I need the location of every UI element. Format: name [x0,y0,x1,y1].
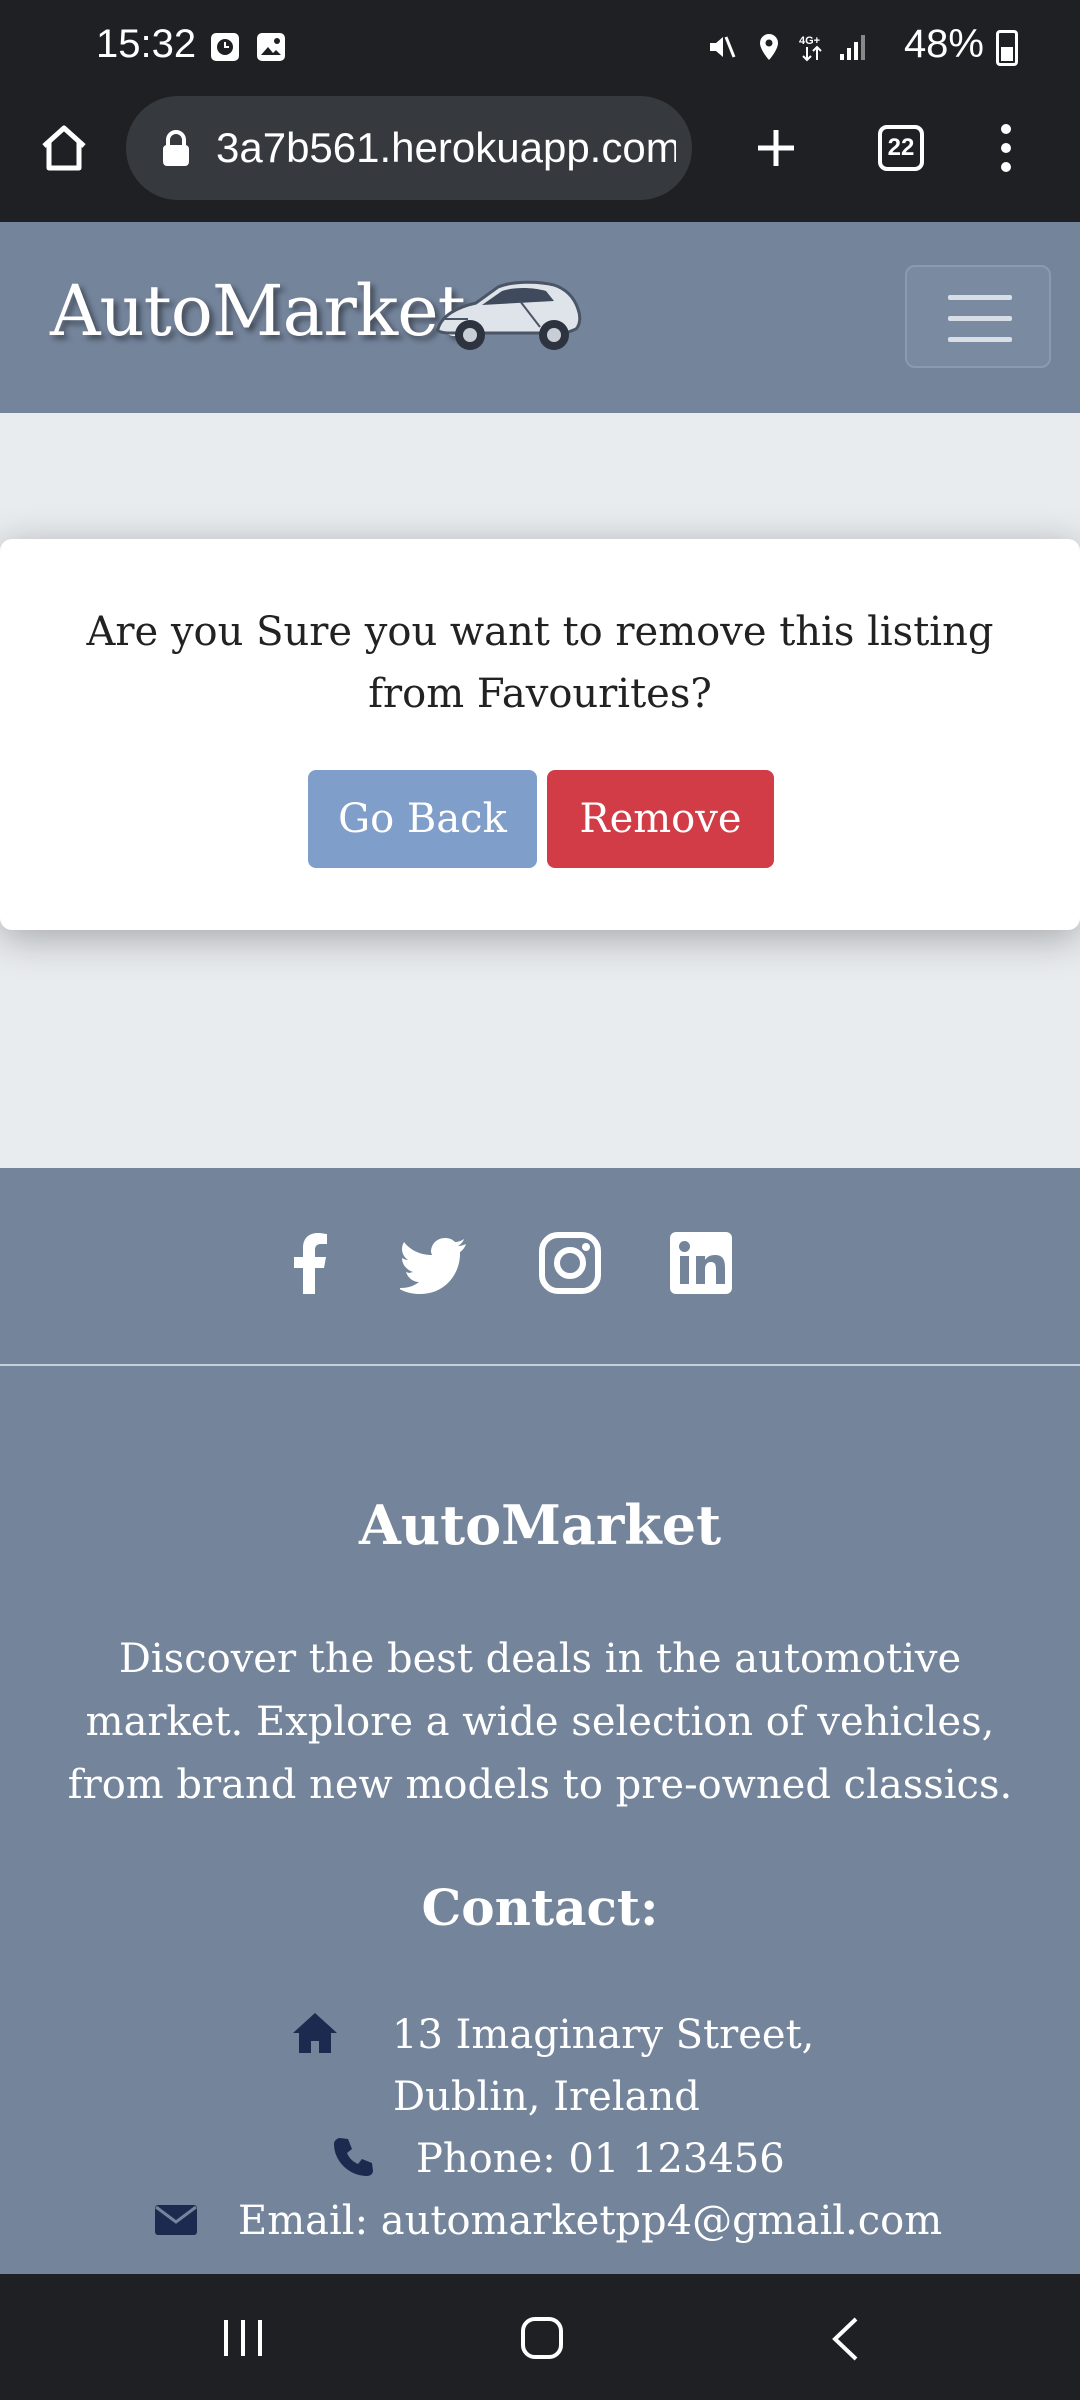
battery-icon [996,30,1018,66]
email-text[interactable]: Email: automarketpp4@gmail.com [238,2190,942,2252]
site-navbar: AutoMarket [0,222,1080,413]
contact-heading: Contact: [421,1878,659,1937]
browser-toolbar: 3a7b561.herokuapp.com 22 [0,96,1080,222]
email-icon [155,2205,197,2235]
recent-apps-icon[interactable] [222,2318,264,2358]
home-icon[interactable] [38,122,90,174]
svg-text:4G+: 4G+ [799,35,820,47]
network-4g-icon: 4G+ [799,35,822,62]
more-menu-icon[interactable] [990,122,1022,174]
modal-message: Are you Sure you want to remove this lis… [86,609,994,717]
toggler-bar [948,316,1012,321]
brand-logo-text[interactable]: AutoMarket [50,270,466,352]
remove-button[interactable]: Remove [547,770,774,868]
site-footer: AutoMarket Discover the best deals in th… [0,1168,1080,2274]
footer-title: AutoMarket [358,1493,722,1557]
car-logo-icon [436,280,582,350]
status-bar: 15:32 4G+ 48% [0,0,1080,96]
linkedin-icon[interactable] [666,1228,736,1298]
go-back-button[interactable]: Go Back [308,770,537,868]
social-links [0,1168,1080,1366]
phone-icon [334,2138,373,2176]
twitter-icon[interactable] [400,1228,470,1298]
system-navigation-bar [0,2274,1080,2400]
back-icon[interactable] [830,2316,860,2362]
lock-icon [163,130,189,166]
tab-switcher-button[interactable]: 22 [878,125,924,171]
phone-text: Phone: 01 123456 [416,2136,785,2182]
facebook-icon[interactable] [275,1228,345,1298]
navbar-toggler-button[interactable] [905,265,1051,368]
footer-description: Discover the best deals in the automotiv… [67,1636,1013,1808]
new-tab-icon[interactable] [752,124,800,172]
signal-icon [840,35,865,60]
status-time: 15:32 [96,22,197,66]
toggler-bar [948,295,1012,300]
home-icon [293,2013,337,2053]
url-text: 3a7b561.herokuapp.com [216,124,676,171]
gallery-icon [257,33,285,61]
toggler-bar [948,337,1012,342]
confirm-remove-modal: Are you Sure you want to remove this lis… [0,539,1080,930]
location-icon [760,34,778,60]
clock-app-icon [211,33,239,61]
home-button-icon[interactable] [520,2316,564,2360]
battery-percent: 48% [903,22,984,66]
instagram-icon[interactable] [535,1228,605,1298]
mute-icon [710,36,736,58]
address-line-2: Dublin, Ireland [393,2074,700,2120]
address-line-1: 13 Imaginary Street, [392,2012,815,2058]
address-bar[interactable]: 3a7b561.herokuapp.com [126,96,692,200]
